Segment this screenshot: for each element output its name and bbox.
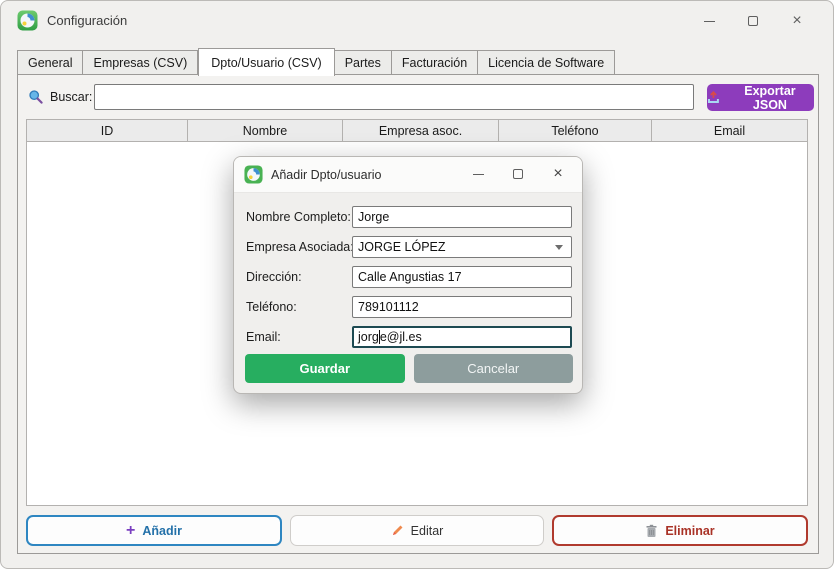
edit-button[interactable]: Editar [290,515,544,546]
dialog-minimize-icon [472,173,484,175]
window-title: Configuración [47,13,128,28]
table-header: ID Nombre Empresa asoc. Teléfono Email [27,120,807,142]
maximize-icon [748,16,758,26]
telefono-input[interactable] [352,296,572,318]
pencil-icon [392,525,403,535]
add-button[interactable]: + Añadir [26,515,282,546]
maximize-button[interactable] [731,7,775,35]
email-label: Email: [246,330,281,344]
field-row-empresa-asociada: Empresa Asociada: JORGE LÓPEZ [246,236,572,258]
close-icon: × [792,12,802,29]
dialog-app-icon [244,165,263,184]
field-row-direccion: Dirección: [246,266,572,288]
tab-facturacion[interactable]: Facturación [391,50,479,75]
window-titlebar: Configuración × [1,1,833,41]
email-text-before-caret: jorg [358,330,379,344]
chevron-down-icon [555,244,563,250]
settings-window: Configuración × General Empresas (CSV) D… [0,0,834,569]
column-header-empresa[interactable]: Empresa asoc. [343,120,499,141]
dialog-title: Añadir Dpto/usuario [271,168,382,182]
tab-dpto-usuario-csv[interactable]: Dpto/Usuario (CSV) [198,48,335,76]
close-button[interactable]: × [775,7,819,35]
column-header-id[interactable]: ID [27,120,188,141]
tab-general[interactable]: General [17,50,84,75]
email-input[interactable]: jorg e@jl.es [352,326,572,348]
email-text-after-caret: e@jl.es [379,330,422,344]
app-logo-icon [17,10,38,31]
direccion-input[interactable] [352,266,572,288]
footer-actions: + Añadir Editar Eliminar [26,515,808,546]
dialog-close-button[interactable]: × [538,159,578,189]
column-header-email[interactable]: Email [652,120,807,141]
search-label: Buscar: [50,90,93,104]
minimize-icon [703,20,715,22]
direccion-label: Dirección: [246,270,302,284]
delete-button[interactable]: Eliminar [552,515,808,546]
delete-button-label: Eliminar [665,523,715,538]
cancel-button[interactable]: Cancelar [413,354,573,383]
edit-button-label: Editar [410,523,444,538]
nombre-completo-input[interactable] [352,206,572,228]
search-row: Buscar: Exportar JSON [26,84,814,112]
column-header-nombre[interactable]: Nombre [188,120,343,141]
field-row-email: Email: jorg e@jl.es [246,326,572,348]
dialog-titlebar: Añadir Dpto/usuario × [234,157,582,193]
dialog-minimize-button[interactable] [458,159,498,189]
dialog-close-icon: × [553,165,563,182]
search-icon [29,90,43,104]
export-json-label: Exportar JSON [744,83,796,112]
trash-icon [646,524,657,537]
tab-bar: General Empresas (CSV) Dpto/Usuario (CSV… [17,47,616,76]
dialog-actions: Guardar Cancelar [245,354,573,383]
telefono-label: Teléfono: [246,300,297,314]
save-button[interactable]: Guardar [245,354,405,383]
add-button-label: Añadir [142,523,182,538]
nombre-completo-label: Nombre Completo: [246,210,351,224]
export-json-button[interactable]: Exportar JSON [707,83,814,112]
search-input[interactable] [94,84,694,110]
field-row-nombre-completo: Nombre Completo: [246,206,572,228]
column-header-telefono[interactable]: Teléfono [499,120,652,141]
plus-icon: + [126,521,136,539]
export-icon [707,91,719,103]
empresa-asociada-label: Empresa Asociada: [246,240,354,254]
empresa-asociada-value: JORGE LÓPEZ [358,240,446,254]
dialog-maximize-icon [513,169,523,179]
empresa-asociada-combobox[interactable]: JORGE LÓPEZ [352,236,572,258]
minimize-button[interactable] [687,7,731,35]
field-row-telefono: Teléfono: [246,296,572,318]
dialog-maximize-button[interactable] [498,159,538,189]
add-user-dialog: Añadir Dpto/usuario × Nombre Completo: E… [233,156,583,394]
tab-licencia-software[interactable]: Licencia de Software [478,50,616,75]
tab-empresas-csv[interactable]: Empresas (CSV) [83,50,199,75]
tab-partes[interactable]: Partes [334,50,392,75]
